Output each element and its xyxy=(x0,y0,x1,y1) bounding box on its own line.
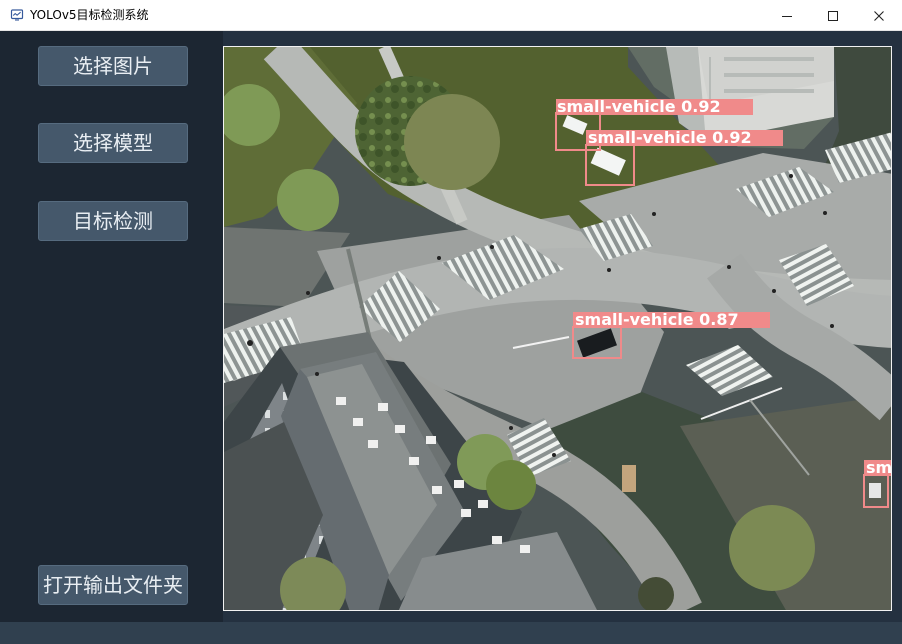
aerial-detection-scene: small-vehicle 0.92 small-vehicle 0.92 sm… xyxy=(224,47,891,610)
detection-result-image: small-vehicle 0.92 small-vehicle 0.92 sm… xyxy=(223,46,892,611)
select-model-button[interactable]: 选择模型 xyxy=(38,123,188,163)
main-content: 选择图片 选择模型 目标检测 打开输出文件夹 small-vehicle 0.9… xyxy=(0,31,902,644)
minimize-icon xyxy=(782,15,792,17)
status-strip xyxy=(0,622,902,644)
maximize-icon xyxy=(828,10,838,21)
close-button[interactable] xyxy=(856,0,902,31)
open-output-folder-button[interactable]: 打开输出文件夹 xyxy=(38,565,188,605)
select-image-button[interactable]: 选择图片 xyxy=(38,46,188,86)
app-window-icon xyxy=(10,9,24,21)
title-bar[interactable]: YOLOv5目标检测系统 xyxy=(0,0,902,31)
app-window: YOLOv5目标检测系统 选择图片 选择模型 目标检测 打开输出文件夹 smal… xyxy=(0,0,902,644)
maximize-button[interactable] xyxy=(810,0,856,31)
detect-objects-button[interactable]: 目标检测 xyxy=(38,201,188,241)
window-title: YOLOv5目标检测系统 xyxy=(30,8,149,22)
close-icon xyxy=(874,10,884,21)
control-panel: 选择图片 选择模型 目标检测 打开输出文件夹 xyxy=(0,31,223,622)
minimize-button[interactable] xyxy=(764,0,810,31)
